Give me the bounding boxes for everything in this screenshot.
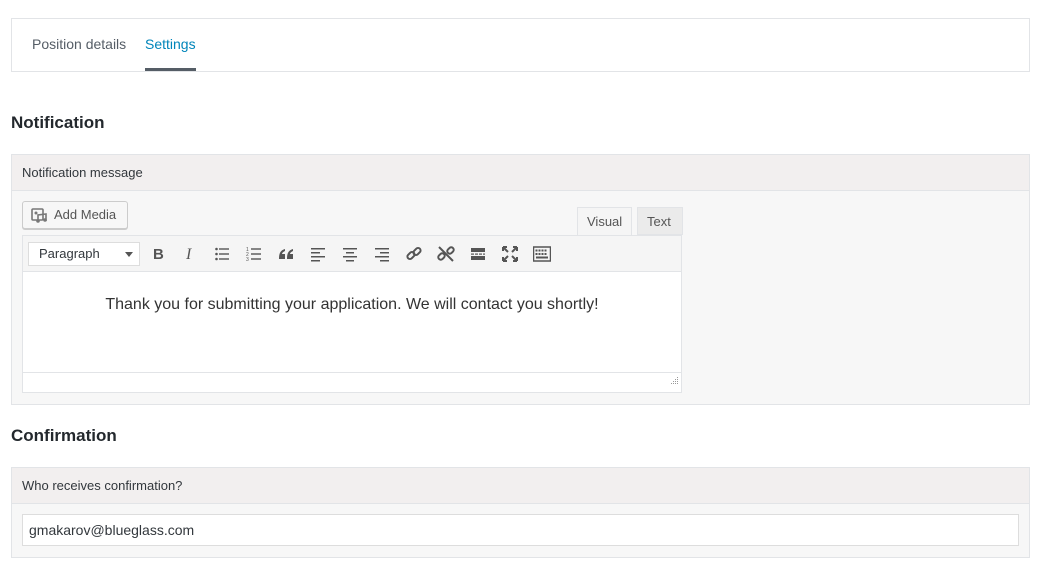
notification-message-text: Thank you for submitting your applicatio… xyxy=(105,296,599,313)
add-media-label: Add Media xyxy=(54,207,117,222)
editor-tab-text[interactable]: Text xyxy=(637,207,683,235)
confirmation-panel: Who receives confirmation? gmakarov@blue… xyxy=(11,467,1030,558)
resize-handle-icon[interactable] xyxy=(669,372,679,390)
link-icon[interactable] xyxy=(403,243,425,265)
add-media-button[interactable]: Add Media xyxy=(22,201,128,229)
confirmation-recipient-label: Who receives confirmation? xyxy=(12,468,1029,504)
chevron-down-icon xyxy=(125,252,133,257)
fullscreen-icon[interactable] xyxy=(499,243,521,265)
editor-content[interactable]: Thank you for submitting your applicatio… xyxy=(23,272,681,372)
media-icon xyxy=(31,207,48,233)
notification-section-title: Notification xyxy=(11,113,105,132)
unlink-icon[interactable] xyxy=(435,243,457,265)
align-center-icon[interactable] xyxy=(339,243,361,265)
notification-message-label: Notification message xyxy=(12,155,1029,191)
align-right-icon[interactable] xyxy=(371,243,393,265)
rich-text-editor: Paragraph B I 1 2 3 Thank you for submit… xyxy=(22,235,682,393)
notification-panel: Notification message Add Media Visual Te… xyxy=(11,154,1030,405)
editor-tab-visual[interactable]: Visual xyxy=(577,207,632,235)
editor-toolbar: Paragraph B I 1 2 3 xyxy=(23,236,681,272)
tab-settings[interactable]: Settings xyxy=(145,19,196,71)
toolbar-toggle-icon[interactable] xyxy=(531,243,553,265)
italic-icon[interactable]: I xyxy=(179,243,201,265)
confirmation-section-title: Confirmation xyxy=(11,426,117,445)
bulleted-list-icon[interactable] xyxy=(211,243,233,265)
format-select-value: Paragraph xyxy=(39,246,100,261)
editor-statusbar xyxy=(23,372,681,392)
confirmation-email-field[interactable]: gmakarov@blueglass.com xyxy=(22,514,1019,546)
tab-position-details[interactable]: Position details xyxy=(32,19,126,71)
numbered-list-icon[interactable]: 1 2 3 xyxy=(243,243,265,265)
bold-icon[interactable]: B xyxy=(147,243,169,265)
svg-text:3: 3 xyxy=(246,257,249,262)
format-select[interactable]: Paragraph xyxy=(28,242,140,266)
tabs-bar: Position details Settings xyxy=(11,18,1030,72)
svg-text:I: I xyxy=(185,246,192,262)
align-left-icon[interactable] xyxy=(307,243,329,265)
read-more-icon[interactable] xyxy=(467,243,489,265)
svg-text:B: B xyxy=(153,246,164,262)
blockquote-icon[interactable] xyxy=(275,243,297,265)
